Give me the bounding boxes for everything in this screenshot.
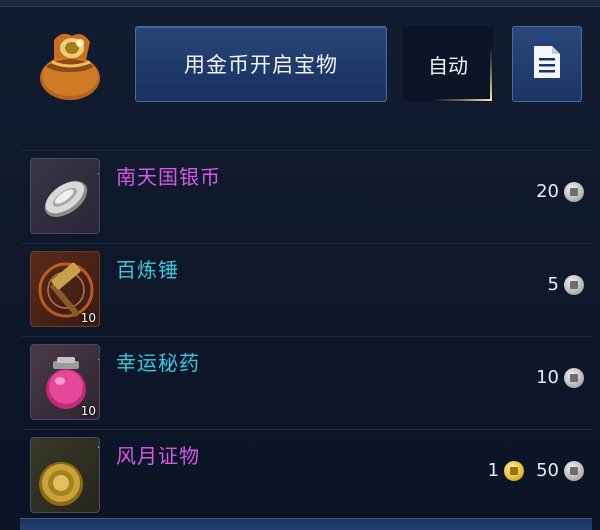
price-gold-value: 1	[487, 460, 500, 481]
item-name: 幸运秘药	[116, 351, 200, 375]
gold-token-icon	[39, 462, 83, 506]
list-item[interactable]: 10 百炼锤 5	[22, 244, 592, 337]
list-item[interactable]: 南天国银币 20	[22, 150, 592, 244]
item-price: 1 50	[488, 460, 584, 481]
item-price: 5	[548, 274, 584, 295]
item-quantity: 10	[80, 404, 96, 418]
item-icon-frame: 10	[30, 344, 100, 420]
auto-button-label: 自动	[428, 53, 468, 78]
item-name: 百炼锤	[116, 258, 179, 282]
treasure-item-list: 南天国银币 20 10 百炼锤 5 10 幸运秘药 10 风月证物 1 50	[22, 150, 592, 523]
treasure-bag-icon	[32, 26, 110, 104]
silver-coin-icon	[564, 181, 584, 202]
price-silver-value: 50	[536, 460, 559, 481]
bottom-bar	[20, 518, 592, 530]
item-price: 10	[536, 367, 584, 388]
open-with-gold-label: 用金币开启宝物	[184, 53, 338, 77]
item-name: 南天国银币	[116, 165, 221, 189]
item-icon-frame	[30, 437, 100, 513]
treasure-panel: 用金币开启宝物 自动 南天国银币 20 10 百炼锤 5 10 幸运秘药 10 …	[0, 0, 600, 530]
list-item[interactable]: 风月证物 1 50	[22, 430, 592, 523]
document-button[interactable]	[512, 26, 582, 102]
silver-coin-icon	[564, 460, 584, 481]
item-price: 20	[536, 181, 584, 202]
item-icon-frame: 10	[30, 251, 100, 327]
silver-ingot-icon	[44, 181, 88, 217]
panel-top-border	[0, 0, 600, 7]
list-item[interactable]: 10 幸运秘药 10	[22, 337, 592, 430]
price-silver-value: 20	[536, 181, 559, 202]
silver-coin-icon	[564, 274, 584, 295]
auto-button[interactable]: 自动	[403, 26, 493, 102]
gold-coin-icon	[504, 460, 525, 481]
open-with-gold-button[interactable]: 用金币开启宝物	[135, 26, 387, 102]
document-icon	[532, 44, 562, 84]
item-icon-frame	[30, 158, 100, 234]
silver-coin-icon	[564, 367, 584, 388]
price-silver-value: 10	[536, 367, 559, 388]
item-name: 风月证物	[116, 444, 200, 468]
item-quantity: 10	[80, 311, 96, 325]
price-silver-value: 5	[547, 274, 559, 295]
